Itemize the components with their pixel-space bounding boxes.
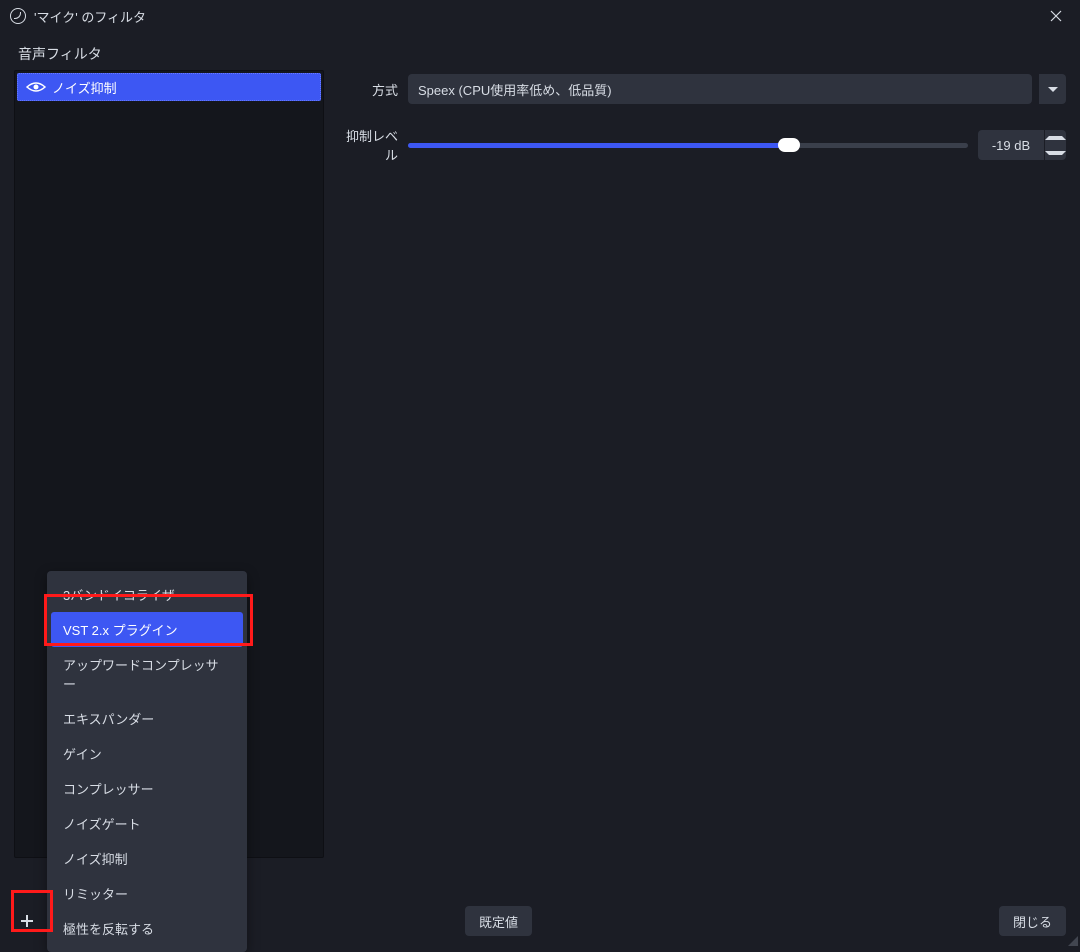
- suppress-level-label: 抑制レベル: [336, 126, 398, 164]
- spinner-up[interactable]: [1045, 130, 1066, 145]
- menu-item-3band-eq[interactable]: 3バンドイコライザー: [47, 577, 247, 612]
- menu-item-expander[interactable]: エキスパンダー: [47, 701, 247, 736]
- chevron-down-icon: [1048, 87, 1058, 92]
- method-select[interactable]: Speex (CPU使用率低め、低品質): [408, 74, 1032, 104]
- chevron-up-icon: [1045, 136, 1066, 140]
- add-filter-button[interactable]: [14, 908, 40, 934]
- suppress-level-slider[interactable]: [408, 143, 968, 148]
- add-filter-context-menu: 3バンドイコライザー VST 2.x プラグイン アップワードコンプレッサー エ…: [47, 571, 247, 952]
- visibility-eye-icon[interactable]: [26, 81, 44, 93]
- audio-filters-header: 音声フィルタ: [0, 32, 1080, 70]
- suppress-level-spinner[interactable]: [1044, 130, 1066, 160]
- menu-item-compressor[interactable]: コンプレッサー: [47, 771, 247, 806]
- menu-item-invert-polarity[interactable]: 極性を反転する: [47, 911, 247, 946]
- method-select-dropdown-button[interactable]: [1038, 74, 1066, 104]
- app-logo-icon: [10, 8, 26, 24]
- menu-item-upward-compressor[interactable]: アップワードコンプレッサー: [47, 647, 247, 701]
- method-label: 方式: [336, 80, 398, 99]
- filter-item-noise-suppression[interactable]: ノイズ抑制: [17, 73, 321, 101]
- slider-thumb[interactable]: [778, 138, 800, 152]
- close-button[interactable]: 閉じる: [999, 906, 1066, 936]
- menu-item-noise-gate[interactable]: ノイズゲート: [47, 806, 247, 841]
- spinner-down[interactable]: [1045, 145, 1066, 160]
- suppress-level-value[interactable]: -19 dB: [978, 130, 1044, 160]
- defaults-button[interactable]: 既定値: [465, 906, 532, 936]
- menu-item-limiter[interactable]: リミッター: [47, 876, 247, 911]
- menu-item-vst-plugin[interactable]: VST 2.x プラグイン: [51, 612, 243, 647]
- method-select-value: Speex (CPU使用率低め、低品質): [418, 80, 612, 99]
- filter-item-label: ノイズ抑制: [52, 78, 117, 97]
- menu-item-noise-suppression[interactable]: ノイズ抑制: [47, 841, 247, 876]
- chevron-down-icon: [1045, 151, 1066, 155]
- window-close-button[interactable]: [1042, 2, 1070, 30]
- window-title: 'マイク' のフィルタ: [34, 7, 1042, 26]
- menu-item-gain[interactable]: ゲイン: [47, 736, 247, 771]
- resize-grip-icon[interactable]: [1066, 934, 1078, 946]
- filter-properties-pane: 方式 Speex (CPU使用率低め、低品質) 抑制レベル -19 dB: [336, 70, 1066, 858]
